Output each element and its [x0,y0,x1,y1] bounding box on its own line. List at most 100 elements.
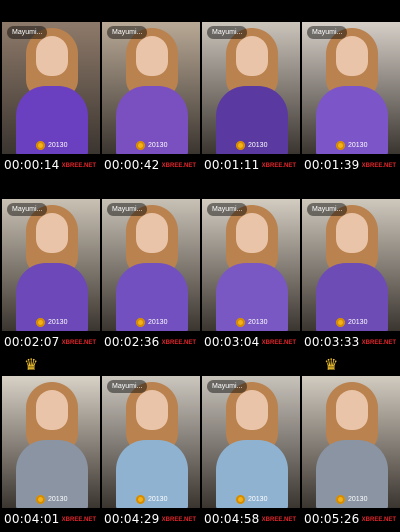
coin-count: 20130 [336,141,367,150]
timestamp: 00:02:36 [104,335,160,349]
timestamp: 00:05:26 [304,512,360,526]
person-face [36,36,68,76]
timestamp: 00:02:07 [4,335,60,349]
coin-count: 20130 [36,495,67,504]
streamer-username: Mayumi... [207,203,248,216]
timestamp: 00:04:01 [4,512,60,526]
coin-icon [236,495,245,504]
coin-icon [336,318,345,327]
person-face [336,36,368,76]
streamer-username: Mayumi... [207,26,248,39]
video-thumbnail[interactable]: Mayumi... 20130 00:03:04 XBREE.NET [202,177,300,353]
coin-value: 20130 [248,142,268,149]
coin-icon [336,141,345,150]
coin-icon [36,495,45,504]
site-watermark: XBREE.NET [261,163,296,169]
person-face [36,213,68,253]
site-watermark: XBREE.NET [261,340,296,346]
coin-value: 20130 [148,142,168,149]
streamer-username: Mayumi... [307,26,348,39]
site-watermark: XBREE.NET [61,163,96,169]
timestamp: 00:04:29 [104,512,160,526]
video-frame [302,376,400,508]
coin-value: 20130 [348,319,368,326]
timestamp: 00:03:04 [204,335,260,349]
coin-count: 20130 [136,318,167,327]
coin-count: 20130 [136,495,167,504]
coin-count: 20130 [36,141,67,150]
coin-count: 20130 [236,141,267,150]
site-watermark: XBREE.NET [161,517,196,523]
video-frame [202,376,300,508]
site-watermark: XBREE.NET [61,517,96,523]
coin-value: 20130 [148,496,168,503]
coin-value: 20130 [48,142,68,149]
person-face [136,213,168,253]
streamer-username: Mayumi... [7,26,48,39]
coin-value: 20130 [348,496,368,503]
video-thumbnail[interactable]: Mayumi... 20130 00:02:36 XBREE.NET [102,177,200,353]
video-thumbnail[interactable]: ♛ 20130 00:05:26 XBREE.NET [302,354,400,530]
site-watermark: XBREE.NET [361,163,396,169]
coin-value: 20130 [348,142,368,149]
video-frame [2,376,100,508]
video-frame [102,376,200,508]
timestamp: 00:03:33 [304,335,360,349]
coin-count: 20130 [36,318,67,327]
person-face [336,390,368,430]
person-face [236,390,268,430]
coin-value: 20130 [248,319,268,326]
video-frame [202,199,300,331]
person-face [136,390,168,430]
streamer-username: Mayumi... [107,26,148,39]
streamer-username: Mayumi... [107,203,148,216]
timestamp: 00:00:42 [104,158,160,172]
streamer-username: Mayumi... [207,380,248,393]
coin-value: 20130 [248,496,268,503]
video-thumbnail[interactable]: Mayumi... 20130 00:00:14 XBREE.NET [2,0,100,176]
person-face [36,390,68,430]
coin-icon [236,141,245,150]
coin-value: 20130 [48,496,68,503]
coin-count: 20130 [336,495,367,504]
coin-count: 20130 [336,318,367,327]
person-face [236,36,268,76]
video-thumbnail[interactable]: Mayumi... 20130 00:01:11 XBREE.NET [202,0,300,176]
timestamp: 00:04:58 [204,512,260,526]
coin-count: 20130 [236,495,267,504]
timestamp: 00:01:11 [204,158,260,172]
coin-icon [136,495,145,504]
timestamp: 00:01:39 [304,158,360,172]
site-watermark: XBREE.NET [161,163,196,169]
site-watermark: XBREE.NET [361,517,396,523]
video-thumbnail[interactable]: Mayumi... 20130 00:00:42 XBREE.NET [102,0,200,176]
coin-icon [36,318,45,327]
coin-icon [36,141,45,150]
coin-value: 20130 [148,319,168,326]
coin-count: 20130 [136,141,167,150]
coin-count: 20130 [236,318,267,327]
video-thumbnail[interactable]: Mayumi... 20130 00:02:07 XBREE.NET [2,177,100,353]
video-frame [102,22,200,154]
site-watermark: XBREE.NET [61,340,96,346]
coin-icon [136,141,145,150]
streamer-username: Mayumi... [7,203,48,216]
video-frame [302,199,400,331]
site-watermark: XBREE.NET [261,517,296,523]
person-face [136,36,168,76]
video-contact-sheet: Mayumi... 20130 00:00:14 XBREE.NET Mayumi...… [0,0,400,532]
crown-icon: ♛ [324,357,339,374]
video-thumbnail[interactable]: ♛ 20130 00:04:01 XBREE.NET [2,354,100,530]
streamer-username: Mayumi... [307,203,348,216]
site-watermark: XBREE.NET [161,340,196,346]
video-frame [2,199,100,331]
coin-value: 20130 [48,319,68,326]
video-thumbnail[interactable]: Mayumi... 20130 00:03:33 XBREE.NET [302,177,400,353]
video-thumbnail[interactable]: Mayumi... 20130 00:01:39 XBREE.NET [302,0,400,176]
coin-icon [236,318,245,327]
timestamp: 00:00:14 [4,158,60,172]
video-thumbnail[interactable]: Mayumi... 20130 00:04:29 XBREE.NET [102,354,200,530]
video-thumbnail[interactable]: Mayumi... 20130 00:04:58 XBREE.NET [202,354,300,530]
video-frame [2,22,100,154]
coin-icon [336,495,345,504]
